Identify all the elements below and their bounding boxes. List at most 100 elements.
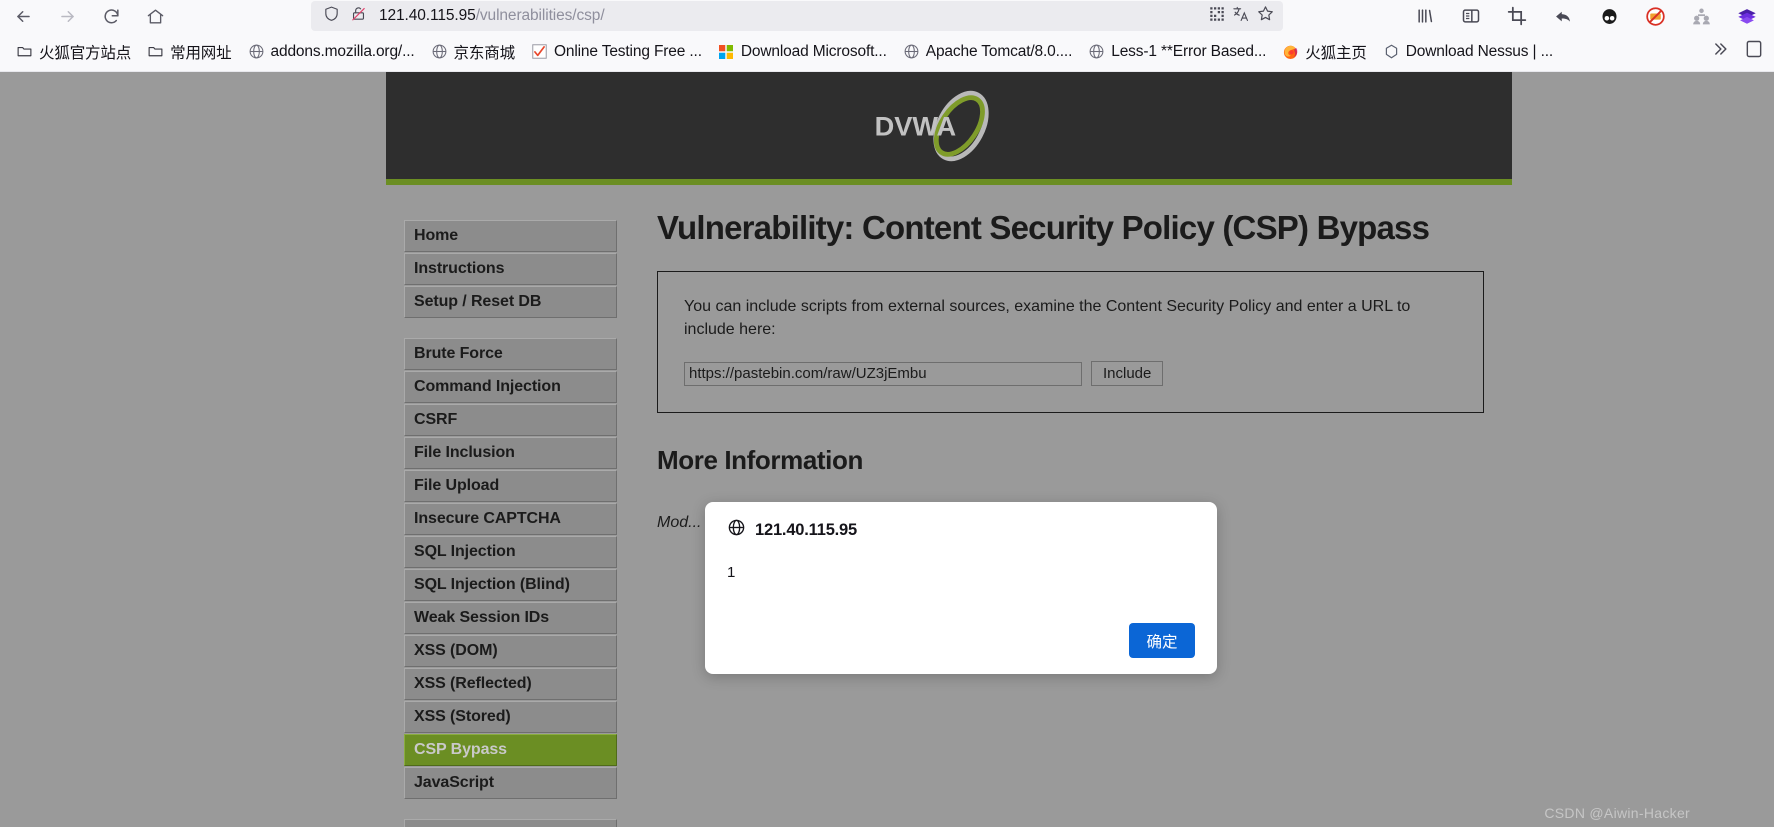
dvwa-page: DVWA Home Instructions Setup / Reset DB Bru… bbox=[386, 72, 1512, 827]
more-information-heading: More Information bbox=[657, 445, 863, 476]
url-bar-icons bbox=[319, 5, 367, 27]
bookmark-item[interactable]: Less-1 **Error Based... bbox=[1080, 40, 1274, 64]
sidebar-item-xss-dom[interactable]: XSS (DOM) bbox=[404, 635, 617, 667]
sidebar-item-csrf[interactable]: CSRF bbox=[404, 404, 617, 436]
include-button[interactable]: Include bbox=[1091, 361, 1164, 387]
bookmark-label: Apache Tomcat/8.0.... bbox=[925, 42, 1073, 60]
javascript-alert-dialog: 121.40.115.95 1 确定 bbox=[705, 502, 1217, 674]
url-bar[interactable]: 121.40.115.95/vulnerabilities/csp/ bbox=[311, 1, 1283, 31]
browser-toolbar-actions bbox=[1408, 0, 1770, 32]
chevron-double-right-icon[interactable] bbox=[1710, 39, 1730, 64]
bookmark-label: 火狐主页 bbox=[1305, 44, 1367, 62]
globe-icon bbox=[727, 518, 746, 542]
sidebar-item-sql-injection-blind[interactable]: SQL Injection (Blind) bbox=[404, 569, 617, 601]
reload-button[interactable] bbox=[94, 1, 128, 31]
nessus-icon bbox=[1383, 43, 1400, 60]
screenshot-icon[interactable] bbox=[1500, 1, 1534, 31]
browser-chrome: 121.40.115.95/vulnerabilities/csp/ 火狐官方站… bbox=[0, 0, 1774, 72]
dialog-origin: 121.40.115.95 bbox=[755, 520, 858, 539]
stack-extension-icon[interactable] bbox=[1730, 1, 1764, 31]
qr-code-icon[interactable] bbox=[1208, 5, 1226, 28]
bookmark-item[interactable]: Apache Tomcat/8.0.... bbox=[895, 40, 1080, 64]
firefox-icon bbox=[1282, 43, 1299, 60]
sidebar-item-insecure-captcha[interactable]: Insecure CAPTCHA bbox=[404, 503, 617, 535]
sidebar-item-weak-session-ids[interactable]: Weak Session IDs bbox=[404, 602, 617, 634]
checkbox-icon bbox=[531, 43, 548, 60]
sidebar-group: Brute Force Command Injection CSRF File Inc… bbox=[404, 338, 617, 799]
sidebar-item-csp-bypass[interactable]: CSP Bypass bbox=[404, 734, 617, 766]
bookmark-label: Less-1 **Error Based... bbox=[1111, 42, 1267, 60]
sidebar-item-xss-stored[interactable]: XSS (Stored) bbox=[404, 701, 617, 733]
sidebar-icon[interactable] bbox=[1454, 1, 1488, 31]
sidebar-item-file-upload[interactable]: File Upload bbox=[404, 470, 617, 502]
sidebar-item-setup-reset-db[interactable]: Setup / Reset DB bbox=[404, 286, 617, 318]
svg-text:DVWA: DVWA bbox=[875, 110, 957, 141]
bookmark-label: addons.mozilla.org/... bbox=[270, 42, 415, 60]
include-form: Include bbox=[684, 361, 1457, 387]
url-path: /vulnerabilities/csp/ bbox=[475, 7, 605, 24]
bookmark-item[interactable]: 火狐官方站点 bbox=[8, 38, 139, 66]
sidebar-item-sql-injection[interactable]: SQL Injection bbox=[404, 536, 617, 568]
url-bar-actions bbox=[1208, 4, 1275, 28]
bookmark-item[interactable]: 火狐主页 bbox=[1274, 38, 1374, 66]
bookmark-label: 京东商城 bbox=[453, 44, 516, 62]
star-icon[interactable] bbox=[1256, 4, 1275, 28]
home-button[interactable] bbox=[138, 1, 172, 31]
globe-icon bbox=[248, 43, 265, 60]
library-icon[interactable] bbox=[1408, 1, 1442, 31]
sidebar-item-javascript[interactable]: JavaScript bbox=[404, 767, 617, 799]
sidebar-item-home[interactable]: Home bbox=[404, 220, 617, 252]
bookmark-item[interactable]: 常用网址 bbox=[139, 38, 239, 66]
dialog-footer: 确定 bbox=[727, 623, 1195, 658]
translate-icon[interactable] bbox=[1232, 5, 1250, 28]
bookmark-label: 火狐官方站点 bbox=[39, 44, 132, 62]
contacts-icon[interactable] bbox=[1684, 1, 1718, 31]
globe-icon bbox=[1088, 43, 1105, 60]
sidebar-item-brute-force[interactable]: Brute Force bbox=[404, 338, 617, 370]
sidebar-item-instructions[interactable]: Instructions bbox=[404, 253, 617, 285]
panda-extension-icon[interactable] bbox=[1592, 1, 1626, 31]
navigation-toolbar: 121.40.115.95/vulnerabilities/csp/ bbox=[0, 0, 1774, 32]
vulnerability-panel: You can include scripts from external so… bbox=[657, 271, 1484, 414]
dvwa-sidebar: Home Instructions Setup / Reset DB Brute Fo… bbox=[386, 185, 617, 827]
url-host: 121.40.115.95 bbox=[379, 7, 476, 24]
bookmark-item[interactable]: Online Testing Free ... bbox=[523, 40, 710, 64]
bookmark-label: 常用网址 bbox=[170, 44, 232, 62]
globe-icon bbox=[431, 43, 448, 60]
shield-icon[interactable] bbox=[323, 5, 340, 27]
lock-broken-icon[interactable] bbox=[350, 5, 367, 27]
url-text[interactable]: 121.40.115.95/vulnerabilities/csp/ bbox=[367, 7, 1208, 25]
sidebar-item-command-injection[interactable]: Command Injection bbox=[404, 371, 617, 403]
sidebar-item-xss-reflected[interactable]: XSS (Reflected) bbox=[404, 668, 617, 700]
globe-icon bbox=[903, 43, 920, 60]
dvwa-header-banner: DVWA bbox=[386, 72, 1512, 179]
microsoft-icon bbox=[718, 43, 735, 60]
bookmark-label: Download Nessus | ... bbox=[1405, 42, 1554, 60]
bookmark-label: Online Testing Free ... bbox=[553, 42, 702, 60]
sidebar-item-file-inclusion[interactable]: File Inclusion bbox=[404, 437, 617, 469]
bookmark-item[interactable]: Download Nessus | ... bbox=[1375, 40, 1561, 64]
dvwa-main-content: Vulnerability: Content Security Policy (… bbox=[617, 185, 1512, 542]
forward-button[interactable] bbox=[50, 1, 84, 31]
adblock-icon[interactable] bbox=[1638, 1, 1672, 31]
folder-icon bbox=[16, 43, 33, 60]
navigation-buttons bbox=[0, 1, 172, 31]
sidebar-item-dvwa-security[interactable]: DVWA Security bbox=[404, 819, 617, 827]
dialog-ok-button[interactable]: 确定 bbox=[1129, 623, 1195, 658]
undo-icon[interactable] bbox=[1546, 1, 1580, 31]
bookmark-item[interactable]: Download Microsoft... bbox=[710, 40, 895, 64]
new-bookmark-icon[interactable] bbox=[1744, 39, 1764, 64]
watermark: CSDN @Aiwin-Hacker bbox=[1544, 805, 1690, 821]
vulnerability-description: You can include scripts from external so… bbox=[684, 298, 1411, 338]
back-button[interactable] bbox=[6, 1, 40, 31]
include-url-input[interactable] bbox=[684, 361, 1082, 386]
bookmark-label: Download Microsoft... bbox=[740, 42, 887, 60]
dvwa-logo: DVWA bbox=[875, 90, 989, 161]
bookmark-item[interactable]: addons.mozilla.org/... bbox=[240, 40, 423, 64]
sidebar-group: DVWA Security bbox=[404, 819, 617, 827]
page-viewport: DVWA Home Instructions Setup / Reset DB Bru… bbox=[0, 72, 1774, 827]
folder-icon bbox=[147, 43, 164, 60]
dialog-message: 1 bbox=[727, 564, 736, 581]
bookmark-item[interactable]: 京东商城 bbox=[423, 38, 523, 66]
bookmarks-bar: 火狐官方站点 常用网址 addons.mozilla.org/... 京东商城 Onli… bbox=[0, 32, 1774, 72]
